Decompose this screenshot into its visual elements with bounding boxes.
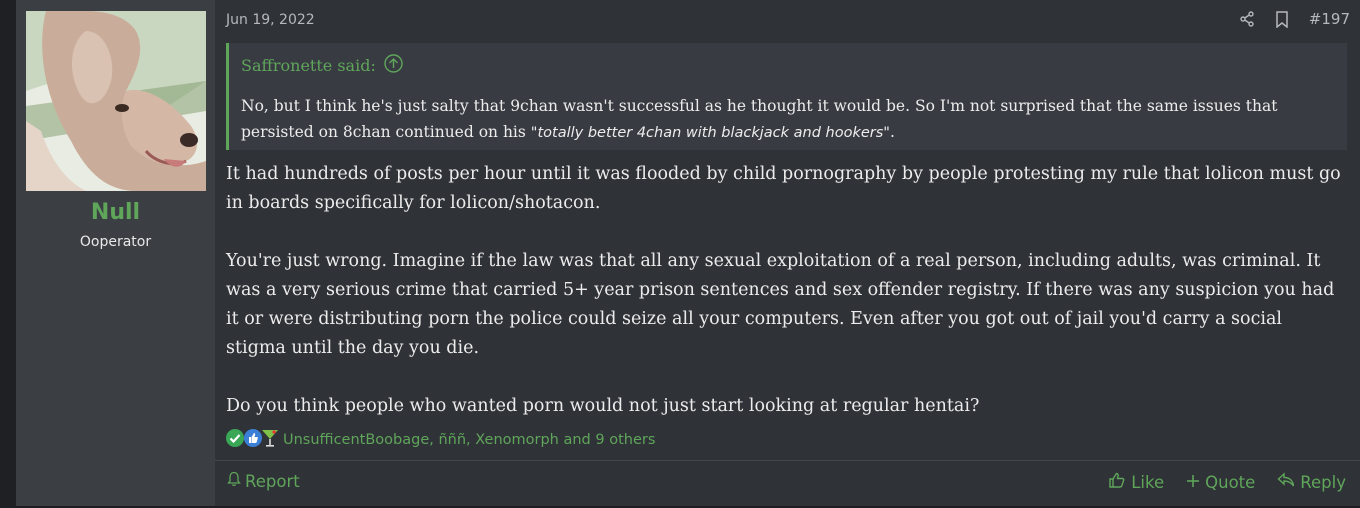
forum-post: Null Ooperator Jun 19, 2022 #197 Saffron… bbox=[16, 0, 1360, 507]
reactions-bar[interactable]: UnsufficentBoobage, ñññ, Xenomorph and 9… bbox=[225, 428, 655, 452]
like-button[interactable]: Like bbox=[1108, 471, 1164, 493]
post-actions: Like Quote Reply bbox=[1108, 471, 1346, 493]
post-paragraph-3: Do you think people who wanted porn woul… bbox=[226, 396, 980, 416]
post-body: It had hundreds of posts per hour until … bbox=[226, 160, 1346, 421]
reply-icon bbox=[1277, 472, 1295, 492]
post-header-actions: #197 bbox=[1239, 10, 1350, 28]
post-paragraph-1: It had hundreds of posts per hour until … bbox=[226, 164, 1341, 213]
quote-text: No, but I think he's just salty that 9ch… bbox=[241, 93, 1327, 146]
quote-author[interactable]: Saffronette said: bbox=[241, 56, 376, 75]
user-sidebar: Null Ooperator bbox=[16, 0, 215, 506]
quote-text-italic: "totally better 4chan with blackjack and… bbox=[530, 125, 890, 141]
plus-icon bbox=[1186, 473, 1200, 492]
thumbs-up-outline-icon bbox=[1108, 471, 1126, 493]
quote-text-end: . bbox=[889, 123, 895, 141]
post-date[interactable]: Jun 19, 2022 bbox=[226, 12, 315, 28]
checkmark-icon bbox=[225, 428, 245, 452]
post-paragraph-2: You're just wrong. Imagine if the law wa… bbox=[226, 251, 1335, 358]
thumbs-up-icon bbox=[243, 428, 263, 452]
cocktail-icon bbox=[261, 428, 279, 452]
quote-label: Quote bbox=[1205, 472, 1256, 492]
username[interactable]: Null bbox=[16, 200, 215, 225]
bookmark-icon[interactable] bbox=[1275, 10, 1289, 28]
like-label: Like bbox=[1131, 472, 1165, 492]
reactions-text[interactable]: UnsufficentBoobage, ñññ, Xenomorph and 9… bbox=[283, 432, 655, 448]
share-icon[interactable] bbox=[1239, 11, 1255, 27]
reply-button[interactable]: Reply bbox=[1277, 471, 1346, 493]
quote-header[interactable]: Saffronette said: bbox=[241, 54, 403, 77]
bell-icon bbox=[227, 471, 241, 491]
post-main: Jun 19, 2022 #197 Saffronette said: No, … bbox=[215, 0, 1360, 506]
report-label: Report bbox=[245, 471, 300, 491]
avatar[interactable] bbox=[26, 11, 206, 191]
quote-block: Saffronette said: No, but I think he's j… bbox=[226, 43, 1347, 150]
post-footer: Report Like Quote Reply bbox=[215, 460, 1360, 507]
quote-button[interactable]: Quote bbox=[1186, 471, 1255, 493]
reaction-icons bbox=[225, 428, 279, 452]
user-title: Ooperator bbox=[79, 234, 152, 250]
report-button[interactable]: Report bbox=[227, 471, 300, 491]
reply-label: Reply bbox=[1300, 472, 1346, 492]
post-number[interactable]: #197 bbox=[1309, 10, 1350, 28]
arrow-up-circle-icon[interactable] bbox=[384, 54, 403, 77]
